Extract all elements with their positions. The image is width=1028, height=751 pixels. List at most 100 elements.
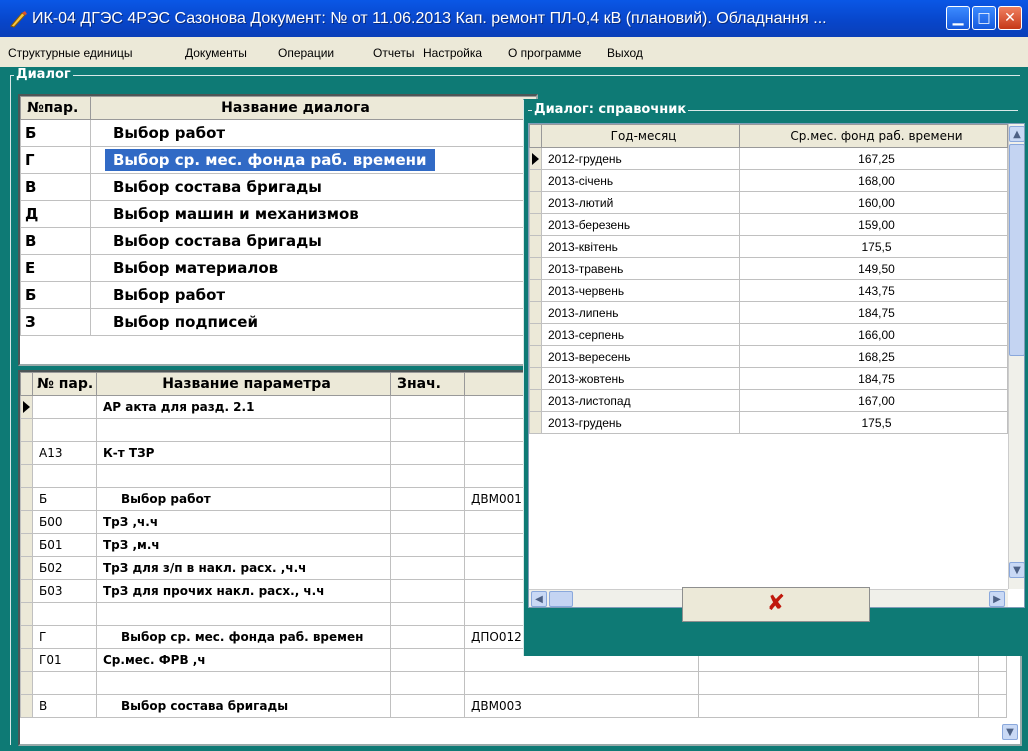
param-value[interactable] [390,464,465,488]
dialog-row[interactable]: Е Выбор материалов [20,254,536,282]
param-value[interactable] [390,625,465,649]
param-row[interactable] [20,671,1007,695]
param-value[interactable] [390,648,465,672]
dialog-row[interactable]: В Выбор состава бригады [20,227,536,255]
param-code[interactable]: Б01 [32,533,97,557]
param-code[interactable]: В [32,694,97,718]
reference-row[interactable]: 2013-вересень 168,25 [529,345,1008,368]
menu-documents[interactable]: Документы [185,46,247,60]
reference-month: 2013-травень [541,257,740,280]
param-value[interactable] [390,441,465,465]
col-header-param-value[interactable]: Знач. [390,372,465,396]
param-code[interactable]: Б00 [32,510,97,534]
param-name[interactable] [96,671,391,695]
param-code[interactable]: Г01 [32,648,97,672]
window-titlebar[interactable]: ИК-04 ДГЭС 4РЭС Сазонова Документ: № от … [0,0,1028,37]
param-value[interactable] [390,556,465,580]
scroll-down-button[interactable]: ▼ [1009,562,1024,578]
reference-value: 166,00 [739,323,1008,346]
menu-reports[interactable]: Отчеты [373,46,414,60]
col-header-dialog-name[interactable]: Название диалога [90,96,536,120]
param-code[interactable]: Б [32,487,97,511]
param-code[interactable] [32,464,97,488]
param-value[interactable] [390,510,465,534]
param-value[interactable] [390,533,465,557]
param-extra[interactable] [464,671,699,695]
dialog-row[interactable]: Г Выбор ср. мес. фонда раб. времени [20,146,536,174]
param-name[interactable]: К-т ТЗР [96,441,391,465]
param-code[interactable]: Г [32,625,97,649]
reference-row[interactable]: 2013-червень 143,75 [529,279,1008,302]
param-value[interactable] [390,671,465,695]
row-indicator [529,323,542,346]
reference-row[interactable]: 2013-березень 159,00 [529,213,1008,236]
dialog-row[interactable]: З Выбор подписей [20,308,536,336]
reference-value: 175,5 [739,235,1008,258]
param-code[interactable]: Б02 [32,556,97,580]
reference-row[interactable]: 2013-липень 184,75 [529,301,1008,324]
minimize-button[interactable]: ▁ [946,6,970,30]
param-code[interactable]: Б03 [32,579,97,603]
param-name[interactable] [96,464,391,488]
param-code[interactable] [32,395,97,419]
maximize-button[interactable]: □ [972,6,996,30]
menu-about[interactable]: О программе [508,46,581,60]
scroll-thumb[interactable] [1009,144,1024,356]
param-value[interactable] [390,487,465,511]
param-name[interactable]: ТрЗ ,м.ч [96,533,391,557]
param-name[interactable]: АР акта для разд. 2.1 [96,395,391,419]
col-header-param-name[interactable]: Название параметра [96,372,391,396]
dialog-row[interactable]: Д Выбор машин и механизмов [20,200,536,228]
dialog-name-cell: Выбор ср. мес. фонда раб. времени [90,146,536,174]
col-header-param-no[interactable]: № пар. [32,372,97,396]
param-value[interactable] [390,395,465,419]
param-name[interactable]: Выбор состава бригады [96,694,391,718]
reference-row[interactable]: 2013-серпень 166,00 [529,323,1008,346]
menu-exit[interactable]: Выход [607,46,643,60]
param-name[interactable] [96,602,391,626]
menu-operations[interactable]: Операции [278,46,334,60]
param-name[interactable] [96,418,391,442]
param-extra[interactable]: ДВМ003 [464,694,699,718]
reference-row[interactable]: 2013-травень 149,50 [529,257,1008,280]
param-value[interactable] [390,694,465,718]
scroll-up-button[interactable]: ▲ [1009,126,1024,142]
reference-row[interactable]: 2013-жовтень 184,75 [529,367,1008,390]
param-name[interactable]: ТрЗ ,ч.ч [96,510,391,534]
dialog-row[interactable]: Б Выбор работ [20,281,536,309]
scroll-left-button[interactable]: ◀ [531,591,547,607]
dialog-row[interactable]: Б Выбор работ [20,119,536,147]
param-value[interactable] [390,579,465,603]
param-value[interactable] [390,602,465,626]
params-scroll-down-button[interactable]: ▼ [1002,724,1018,740]
param-name[interactable]: Выбор работ [96,487,391,511]
reference-row[interactable]: 2013-квітень 175,5 [529,235,1008,258]
col-header-par-no[interactable]: №пар. [20,96,91,120]
scroll-right-button[interactable]: ▶ [989,591,1005,607]
param-name[interactable]: ТрЗ для з/п в накл. расх. ,ч.ч [96,556,391,580]
reference-vertical-scrollbar[interactable]: ▲ ▼ [1008,124,1024,589]
param-name[interactable]: ТрЗ для прочих накл. расх., ч.ч [96,579,391,603]
reference-row[interactable]: 2012-грудень 167,25 [529,147,1008,170]
close-button[interactable]: ✕ [998,6,1022,30]
param-name[interactable]: Ср.мес. ФРВ ,ч [96,648,391,672]
cancel-button[interactable]: ✘ [682,587,870,622]
col-header-year-month[interactable]: Год-месяц [541,124,740,148]
menu-settings[interactable]: Настройка [423,46,482,60]
row-indicator [529,389,542,412]
param-code[interactable] [32,602,97,626]
hscroll-thumb[interactable] [549,591,573,607]
param-value[interactable] [390,418,465,442]
param-code[interactable] [32,418,97,442]
dialog-row[interactable]: В Выбор состава бригады [20,173,536,201]
param-name[interactable]: Выбор ср. мес. фонда раб. времен [96,625,391,649]
reference-row[interactable]: 2013-січень 168,00 [529,169,1008,192]
param-code[interactable]: А13 [32,441,97,465]
reference-row[interactable]: 2013-листопад 167,00 [529,389,1008,412]
reference-row[interactable]: 2013-грудень 175,5 [529,411,1008,434]
reference-row[interactable]: 2013-лютий 160,00 [529,191,1008,214]
col-header-avg-fund[interactable]: Ср.мес. фонд раб. времени [739,124,1008,148]
param-code[interactable] [32,671,97,695]
param-row[interactable]: В Выбор состава бригады ДВМ003 [20,694,1007,718]
menu-structural-units[interactable]: Структурные единицы [8,46,132,60]
